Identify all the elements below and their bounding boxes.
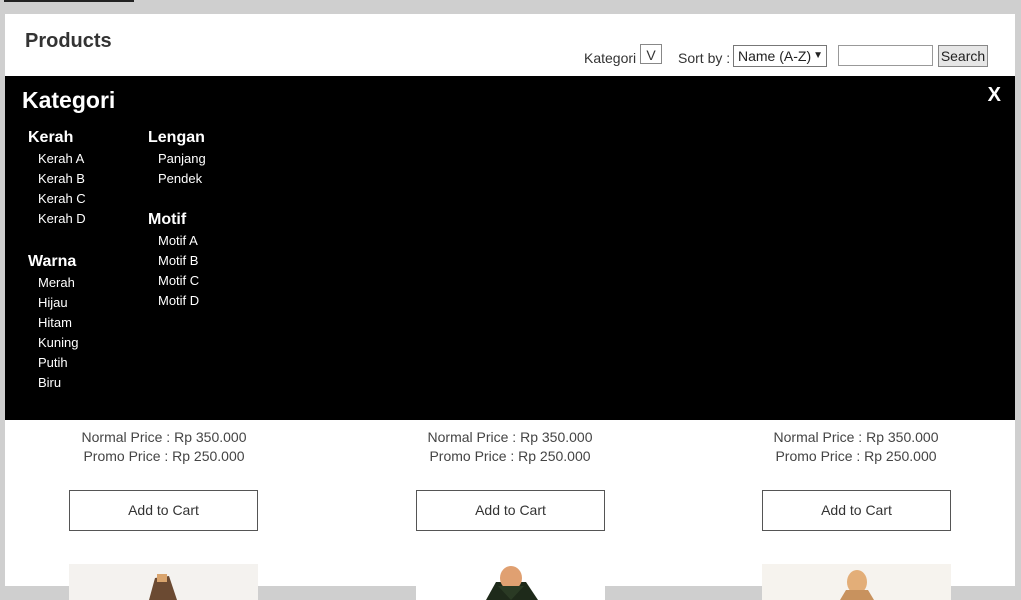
- category-item[interactable]: Kerah B: [28, 169, 86, 189]
- top-tab-indicator: [4, 0, 134, 2]
- category-item[interactable]: Kerah A: [28, 149, 86, 169]
- product-card: Normal Price : Rp 350.000 Promo Price : …: [706, 428, 1006, 466]
- add-to-cart-button[interactable]: Add to Cart: [69, 490, 258, 531]
- category-group-lengan: Lengan Panjang Pendek: [148, 129, 206, 189]
- group-title: Lengan: [148, 129, 205, 146]
- kategori-label: Kategori: [584, 50, 637, 66]
- group-title: Warna: [28, 253, 77, 270]
- product-card: Normal Price : Rp 350.000 Promo Price : …: [360, 428, 660, 466]
- product-image[interactable]: [69, 564, 258, 600]
- page-title: Products: [25, 30, 112, 52]
- normal-price: Normal Price : Rp 350.000: [773, 429, 939, 445]
- close-icon[interactable]: X: [988, 84, 1001, 107]
- category-item[interactable]: Kerah D: [28, 209, 86, 229]
- promo-price: Promo Price : Rp 250.000: [83, 448, 245, 464]
- category-item[interactable]: Kuning: [28, 333, 78, 353]
- category-item[interactable]: Hijau: [28, 293, 78, 313]
- category-group-kerah: Kerah Kerah A Kerah B Kerah C Kerah D: [28, 129, 86, 229]
- category-item[interactable]: Motif D: [148, 291, 199, 311]
- group-title: Kerah: [28, 129, 74, 146]
- products-panel: Products Kategori V Sort by : Name (A-Z)…: [5, 14, 1015, 600]
- category-item[interactable]: Motif C: [148, 271, 199, 291]
- dropdown-arrow-icon: ▼: [813, 50, 823, 61]
- category-group-warna: Warna Merah Hijau Hitam Kuning Putih Bir…: [28, 253, 78, 393]
- normal-price: Normal Price : Rp 350.000: [427, 429, 593, 445]
- product-card: Normal Price : Rp 350.000 Promo Price : …: [14, 428, 314, 466]
- normal-price: Normal Price : Rp 350.000: [81, 429, 247, 445]
- add-to-cart-button[interactable]: Add to Cart: [762, 490, 951, 531]
- category-item[interactable]: Merah: [28, 273, 78, 293]
- category-item[interactable]: Hitam: [28, 313, 78, 333]
- category-item[interactable]: Motif B: [148, 251, 199, 271]
- category-group-motif: Motif Motif A Motif B Motif C Motif D: [148, 211, 199, 311]
- category-item[interactable]: Motif A: [148, 231, 199, 251]
- search-input[interactable]: [838, 45, 933, 66]
- kategori-toggle-button[interactable]: V: [640, 44, 662, 64]
- category-item[interactable]: Panjang: [148, 149, 206, 169]
- category-item[interactable]: Kerah C: [28, 189, 86, 209]
- search-button[interactable]: Search: [938, 45, 988, 67]
- product-image-graphic: [416, 564, 605, 600]
- sort-label: Sort by :: [678, 50, 731, 66]
- product-image-graphic: [762, 564, 951, 600]
- product-image[interactable]: [762, 564, 951, 600]
- promo-price: Promo Price : Rp 250.000: [429, 448, 591, 464]
- add-to-cart-button[interactable]: Add to Cart: [416, 490, 605, 531]
- sort-select-value: Name (A-Z): [738, 48, 812, 64]
- category-overlay: Kategori X Kerah Kerah A Kerah B Kerah C…: [5, 76, 1015, 420]
- category-item[interactable]: Pendek: [148, 169, 206, 189]
- product-image-graphic: [69, 564, 258, 600]
- group-title: Motif: [148, 211, 187, 228]
- category-item[interactable]: Putih: [28, 353, 78, 373]
- product-image[interactable]: [416, 564, 605, 600]
- sort-select[interactable]: Name (A-Z) ▼: [733, 45, 827, 67]
- promo-price: Promo Price : Rp 250.000: [775, 448, 937, 464]
- category-item[interactable]: Biru: [28, 373, 78, 393]
- overlay-title: Kategori: [22, 87, 116, 113]
